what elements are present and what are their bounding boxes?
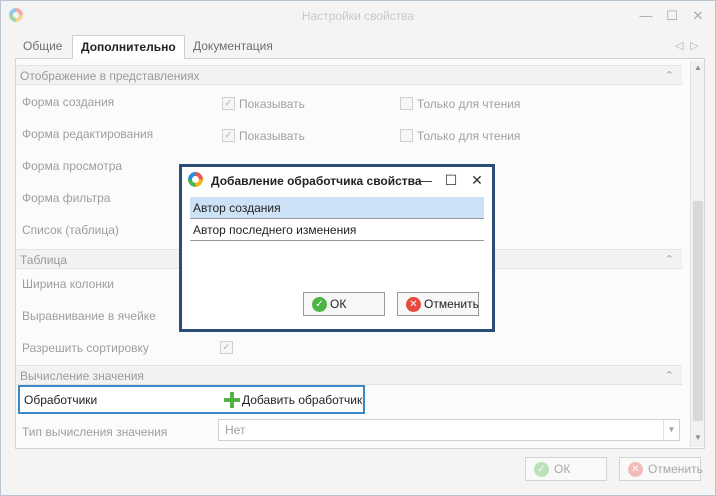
footer-cancel-label: Отменить <box>648 462 703 476</box>
edit-show-checkbox[interactable]: ✓ <box>222 129 235 142</box>
tab-general[interactable]: Общие <box>15 35 70 59</box>
list-item[interactable]: Автор создания <box>190 197 484 219</box>
row-label-filter-form: Форма фильтра <box>22 191 111 205</box>
dialog-cancel-label: Отменить <box>424 297 479 311</box>
maximize-icon[interactable]: ☐ <box>442 171 460 189</box>
minimize-icon[interactable]: — <box>637 7 655 25</box>
add-handler-button[interactable]: Добавить обработчик <box>222 390 362 410</box>
row-label-allow-sort: Разрешить сортировку <box>22 341 149 355</box>
handlers-label: Обработчики <box>24 393 98 407</box>
section-calc-title: Вычисление значения <box>20 369 144 383</box>
x-circle-icon: ✕ <box>628 462 643 477</box>
section-table-title: Таблица <box>20 253 68 267</box>
window-title: Настройки свойства <box>301 9 415 23</box>
collapse-icon[interactable]: ⌃ <box>665 366 674 386</box>
edit-show-label: Показывать <box>239 129 305 143</box>
tab-scroll-right-icon[interactable]: ▷ <box>690 39 698 52</box>
plus-icon <box>224 392 240 408</box>
section-display-title: Отображение в представлениях <box>20 69 200 83</box>
calc-type-select[interactable]: Нет ▼ <box>218 419 680 441</box>
title-bar: Настройки свойства — ☐ ✕ <box>1 1 715 31</box>
scroll-down-icon[interactable]: ▼ <box>691 433 705 442</box>
footer-ok-label: ОК <box>554 462 571 476</box>
calc-type-value: Нет <box>225 423 246 437</box>
row-label-cell-alignment: Выравнивание в ячейке <box>22 309 156 323</box>
close-icon[interactable]: ✕ <box>689 7 707 25</box>
tab-advanced[interactable]: Дополнительно <box>72 35 185 60</box>
dialog-ok-button[interactable]: ✓ ОК <box>303 292 385 316</box>
edit-readonly-label: Только для чтения <box>417 129 521 143</box>
check-circle-icon: ✓ <box>312 297 327 312</box>
row-label-list-table: Список (таблица) <box>22 223 119 237</box>
edit-readonly-checkbox[interactable] <box>400 129 413 142</box>
handlers-row: Обработчики Добавить обработчик <box>18 385 365 414</box>
footer-ok-button[interactable]: ✓ ОК <box>525 457 607 481</box>
dialog-title: Добавление обработчика свойства <box>211 174 422 188</box>
create-show-label: Показывать <box>239 97 305 111</box>
allow-sort-checkbox[interactable]: ✓ <box>220 341 233 354</box>
row-label-create-form: Форма создания <box>22 95 115 109</box>
tab-documentation[interactable]: Документация <box>185 35 281 59</box>
dialog-cancel-button[interactable]: ✕ Отменить <box>397 292 479 316</box>
scroll-up-icon[interactable]: ▲ <box>691 63 705 72</box>
app-logo-icon <box>188 172 203 187</box>
x-circle-icon: ✕ <box>406 297 421 312</box>
row-label-edit-form: Форма редактирования <box>22 127 154 141</box>
minimize-icon[interactable]: — <box>416 171 434 189</box>
row-label-column-width: Ширина колонки <box>22 277 114 291</box>
vertical-scrollbar[interactable]: ▲ ▼ <box>690 61 704 447</box>
tab-scroll-left-icon[interactable]: ◁ <box>675 39 683 52</box>
footer-cancel-button[interactable]: ✕ Отменить <box>619 457 703 481</box>
collapse-icon[interactable]: ⌃ <box>665 66 674 86</box>
maximize-icon[interactable]: ☐ <box>663 7 681 25</box>
dialog-ok-label: ОК <box>330 297 347 311</box>
create-readonly-label: Только для чтения <box>417 97 521 111</box>
tab-bar: Общие Дополнительно Документация ◁ ▷ <box>15 35 705 60</box>
list-item[interactable]: Автор последнего изменения <box>190 219 484 241</box>
add-handler-dialog: Добавление обработчика свойства — ☐ ✕ Ав… <box>179 164 495 332</box>
create-readonly-checkbox[interactable] <box>400 97 413 110</box>
row-label-calc-type: Тип вычисления значения <box>22 425 168 439</box>
section-calc-header[interactable]: Вычисление значения ⌃ <box>16 365 682 385</box>
scroll-thumb[interactable] <box>693 201 703 421</box>
create-show-checkbox[interactable]: ✓ <box>222 97 235 110</box>
close-icon[interactable]: ✕ <box>468 171 486 189</box>
handler-list: Автор создания Автор последнего изменени… <box>190 197 484 243</box>
dialog-title-bar: Добавление обработчика свойства — ☐ ✕ <box>182 167 492 195</box>
add-handler-label: Добавить обработчик <box>242 393 363 407</box>
chevron-down-icon[interactable]: ▼ <box>663 420 679 440</box>
check-circle-icon: ✓ <box>534 462 549 477</box>
collapse-icon[interactable]: ⌃ <box>665 250 674 270</box>
row-label-view-form: Форма просмотра <box>22 159 123 173</box>
section-display-header[interactable]: Отображение в представлениях ⌃ <box>16 65 682 85</box>
